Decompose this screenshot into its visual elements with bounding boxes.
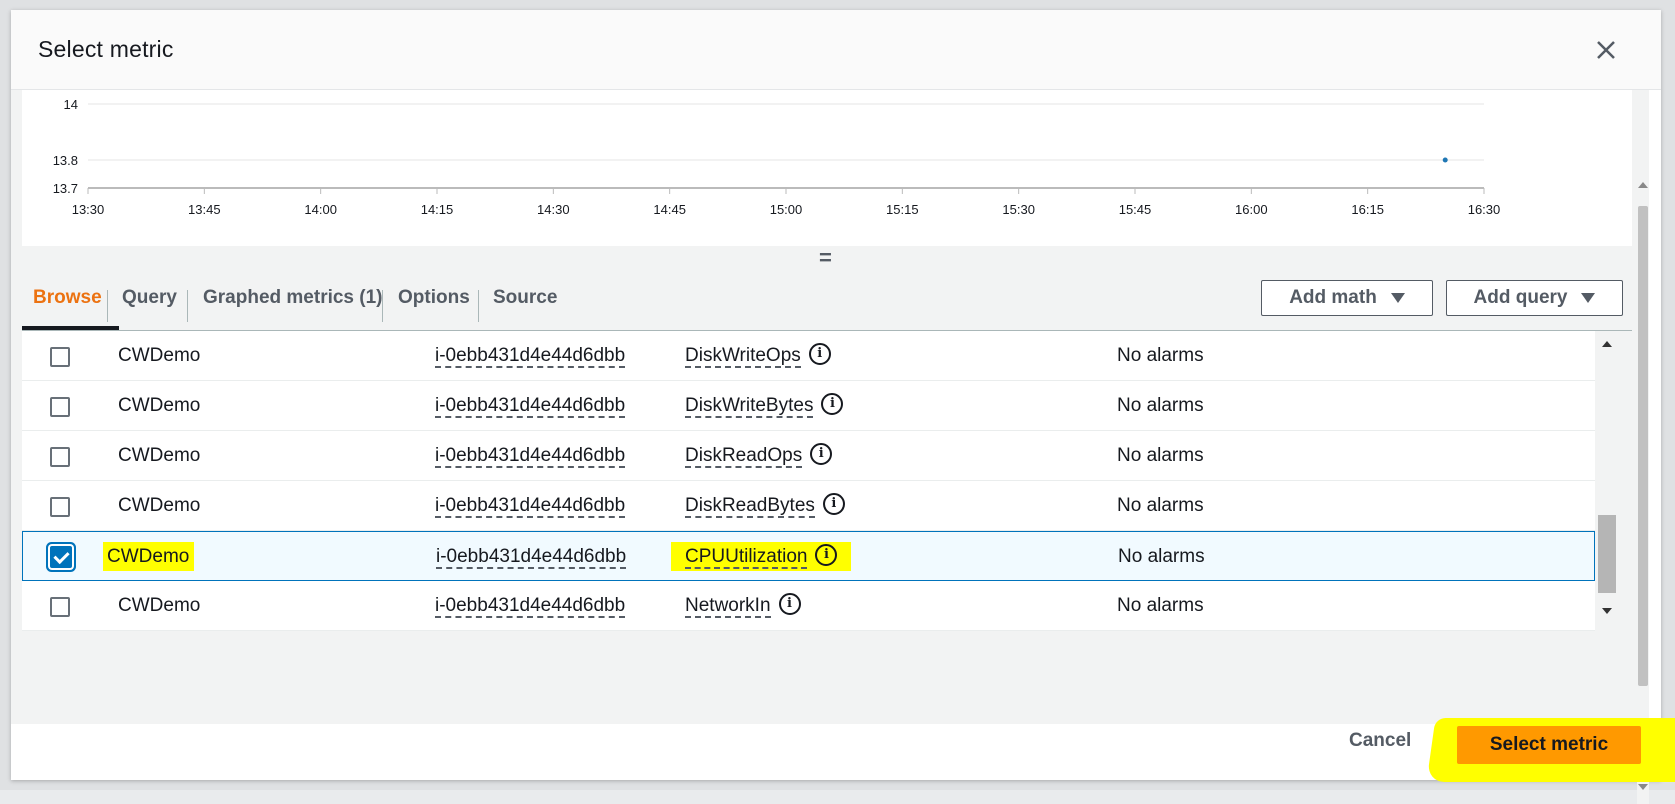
info-icon[interactable]: i (815, 543, 838, 566)
tab-source[interactable]: Source (493, 276, 557, 320)
row-checkbox[interactable] (50, 597, 70, 617)
instance-id-link[interactable]: i-0ebb431d4e44d6dbb (435, 446, 626, 468)
instance-id-link[interactable]: i-0ebb431d4e44d6dbb (435, 596, 626, 618)
x-tick-label: 13:45 (188, 202, 221, 217)
instance-id-link[interactable]: i-0ebb431d4e44d6dbb (435, 396, 626, 418)
row-checkbox[interactable] (50, 347, 70, 367)
y-tick-label: 14 (64, 97, 78, 112)
add-query-label: Add query (1473, 287, 1568, 308)
instance-id-link[interactable]: i-0ebb431d4e44d6dbb (435, 496, 626, 518)
tab-separator (382, 290, 383, 322)
scroll-down-icon[interactable] (1602, 608, 1612, 614)
x-tick-label: 16:30 (1468, 202, 1501, 217)
instance-id-link[interactable]: i-0ebb431d4e44d6dbb (436, 547, 627, 569)
x-tick-label: 14:45 (653, 202, 686, 217)
modal-scrollbar-thumb[interactable] (1638, 206, 1648, 686)
x-tick-label: 15:30 (1002, 202, 1035, 217)
chart-svg: 14 13.8 13.7 13:30 13:45 14:00 14:15 14:30 14:45… (53, 97, 1501, 217)
metric-chart: 14 13.8 13.7 13:30 13:45 14:00 14:15 14:30 14:45… (22, 90, 1632, 246)
table-row[interactable]: CWDemo i-0ebb431d4e44d6dbb DiskReadBytes… (22, 481, 1595, 531)
namespace-cell: CWDemo (118, 445, 201, 466)
cancel-button[interactable]: Cancel (1349, 730, 1411, 752)
tab-separator (107, 290, 108, 322)
add-math-button[interactable]: Add math (1261, 280, 1433, 316)
modal-body: 14 13.8 13.7 13:30 13:45 14:00 14:15 14:30 14:45… (11, 90, 1649, 804)
tab-separator (478, 290, 479, 322)
table-row[interactable]: CWDemo i-0ebb431d4e44d6dbb DiskWriteOps i… (22, 331, 1595, 381)
metric-name-link[interactable]: DiskReadOps (685, 446, 803, 468)
info-icon[interactable]: i (822, 492, 845, 515)
tab-graphed-metrics[interactable]: Graphed metrics (1) (203, 276, 383, 320)
row-checkbox[interactable] (50, 497, 70, 517)
instance-id-link[interactable]: i-0ebb431d4e44d6dbb (435, 346, 626, 368)
info-icon[interactable]: i (808, 342, 831, 365)
namespace-cell: CWDemo (118, 595, 201, 616)
alarms-cell: No alarms (1117, 445, 1204, 466)
tab-query[interactable]: Query (122, 276, 177, 320)
row-checkbox-checked[interactable] (50, 546, 72, 568)
alarms-cell: No alarms (1117, 595, 1204, 616)
metric-name-link[interactable]: DiskWriteBytes (685, 396, 814, 418)
table-scrollbar-thumb[interactable] (1598, 515, 1616, 593)
namespace-cell: CWDemo (118, 345, 201, 366)
table-row[interactable]: CWDemo i-0ebb431d4e44d6dbb NetworkIn i No… (22, 581, 1595, 631)
alarms-cell: No alarms (1117, 345, 1204, 366)
y-tick-label: 13.7 (53, 181, 78, 196)
tab-options[interactable]: Options (398, 276, 470, 320)
namespace-cell: CWDemo (103, 542, 195, 571)
x-tick-label: 16:15 (1351, 202, 1384, 217)
scroll-up-icon[interactable] (1638, 182, 1648, 188)
modal-title: Select metric (38, 36, 174, 62)
active-tab-indicator (22, 326, 119, 330)
select-metric-button[interactable]: Select metric (1457, 726, 1641, 764)
x-tick-label: 15:00 (770, 202, 803, 217)
metric-name-link[interactable]: DiskReadBytes (685, 496, 815, 518)
add-query-button[interactable]: Add query (1446, 280, 1623, 316)
metric-name-link[interactable]: DiskWriteOps (685, 346, 801, 368)
x-tick-label: 14:30 (537, 202, 570, 217)
x-tick-label: 16:00 (1235, 202, 1268, 217)
info-icon[interactable]: i (810, 442, 833, 465)
modal-header: Select metric (11, 10, 1661, 90)
scroll-up-icon[interactable] (1602, 341, 1612, 347)
tab-separator (187, 290, 188, 322)
x-tick-label: 14:00 (304, 202, 337, 217)
tab-browse[interactable]: Browse (33, 276, 102, 320)
close-icon (1597, 41, 1615, 59)
caret-down-icon (1390, 293, 1405, 303)
metric-name-link[interactable]: CPUUtilization (685, 547, 808, 569)
metric-name-link[interactable]: NetworkIn (685, 596, 771, 618)
caret-down-icon (1581, 293, 1596, 303)
namespace-cell: CWDemo (118, 395, 201, 416)
alarms-cell: No alarms (1117, 395, 1204, 416)
x-tick-label: 15:45 (1119, 202, 1152, 217)
info-icon[interactable]: i (778, 592, 801, 615)
x-tick-label: 15:15 (886, 202, 919, 217)
row-checkbox[interactable] (50, 447, 70, 467)
info-icon[interactable]: i (821, 392, 844, 415)
namespace-cell: CWDemo (118, 495, 201, 516)
data-point (1442, 157, 1448, 163)
metrics-table: CWDemo i-0ebb431d4e44d6dbb DiskWriteOps i… (22, 331, 1595, 631)
select-metric-modal: Select metric 14 13.8 13.7 13:30 13:45 14:00 1… (11, 10, 1675, 804)
add-math-label: Add math (1289, 287, 1377, 308)
y-tick-label: 13.8 (53, 153, 78, 168)
table-row[interactable]: CWDemo i-0ebb431d4e44d6dbb DiskReadOps i … (22, 431, 1595, 481)
x-tick-label: 13:30 (72, 202, 105, 217)
alarms-cell: No alarms (1117, 495, 1204, 516)
row-checkbox[interactable] (50, 397, 70, 417)
table-row-selected[interactable]: CWDemo i-0ebb431d4e44d6dbb CPUUtilizatio… (22, 531, 1595, 581)
modal-footer (11, 724, 1661, 780)
table-row[interactable]: CWDemo i-0ebb431d4e44d6dbb DiskWriteByte… (22, 381, 1595, 431)
scroll-down-icon[interactable] (1638, 784, 1648, 790)
close-button[interactable] (1589, 33, 1623, 67)
alarms-cell: No alarms (1118, 546, 1205, 567)
x-tick-label: 14:15 (421, 202, 454, 217)
